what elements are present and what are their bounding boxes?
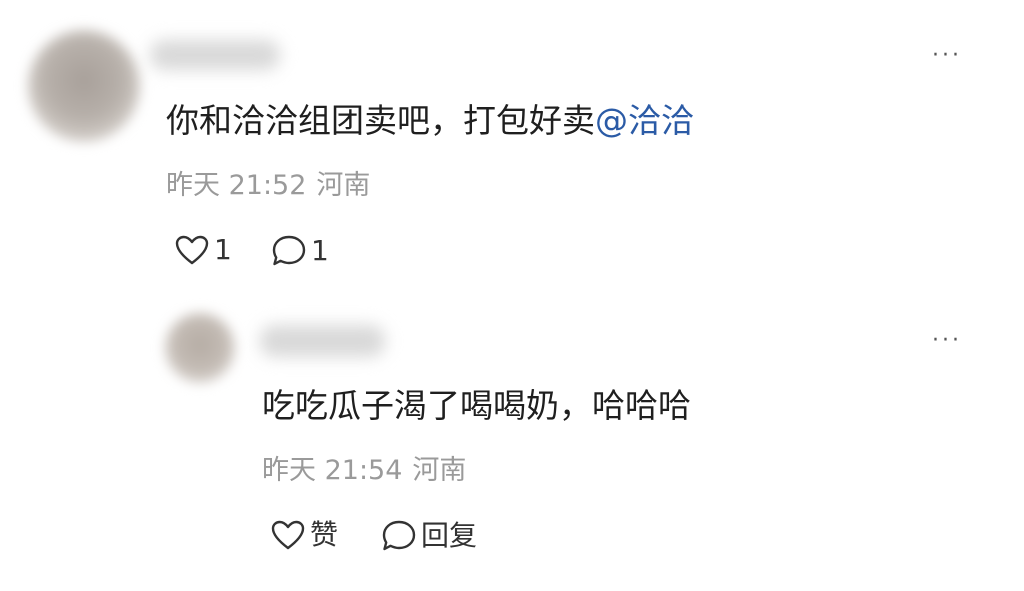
comment-meta: 昨天 21:52 河南: [166, 172, 370, 199]
mention-link[interactable]: @洽洽: [595, 101, 694, 140]
reply-reply-button[interactable]: 回复: [381, 519, 477, 553]
more-icon[interactable]: ···: [932, 45, 962, 67]
reply-like-label: 赞: [310, 518, 339, 551]
reply-time: 昨天 21:54: [262, 455, 403, 486]
comment-time: 昨天 21:52: [166, 170, 307, 201]
reply-avatar[interactable]: [165, 313, 235, 383]
heart-icon: [175, 235, 209, 265]
comment-body: 你和洽洽组团卖吧，打包好卖: [166, 101, 595, 140]
comment-text: 你和洽洽组团卖吧，打包好卖@洽洽: [166, 104, 694, 137]
reply-username-blurred[interactable]: [260, 325, 385, 357]
reply-reply-label: 回复: [421, 519, 478, 552]
reply-more-icon[interactable]: ···: [932, 330, 962, 352]
reply-text: 吃吃瓜子渴了喝喝奶，哈哈哈: [262, 386, 691, 425]
comment-bubble-icon: [382, 520, 416, 551]
reply-like-button[interactable]: 赞: [270, 519, 338, 551]
avatar[interactable]: [28, 30, 140, 142]
like-button[interactable]: 1: [174, 234, 232, 266]
comment-location: 河南: [316, 170, 371, 201]
reply-button[interactable]: 1: [271, 234, 329, 268]
reply-meta: 昨天 21:54 河南: [262, 457, 466, 484]
comment-bubble-icon: [272, 235, 306, 266]
reply-location: 河南: [412, 455, 467, 486]
reply-count: 1: [311, 234, 329, 267]
username-blurred[interactable]: [150, 40, 280, 70]
like-count: 1: [214, 233, 232, 266]
heart-icon: [271, 520, 305, 550]
